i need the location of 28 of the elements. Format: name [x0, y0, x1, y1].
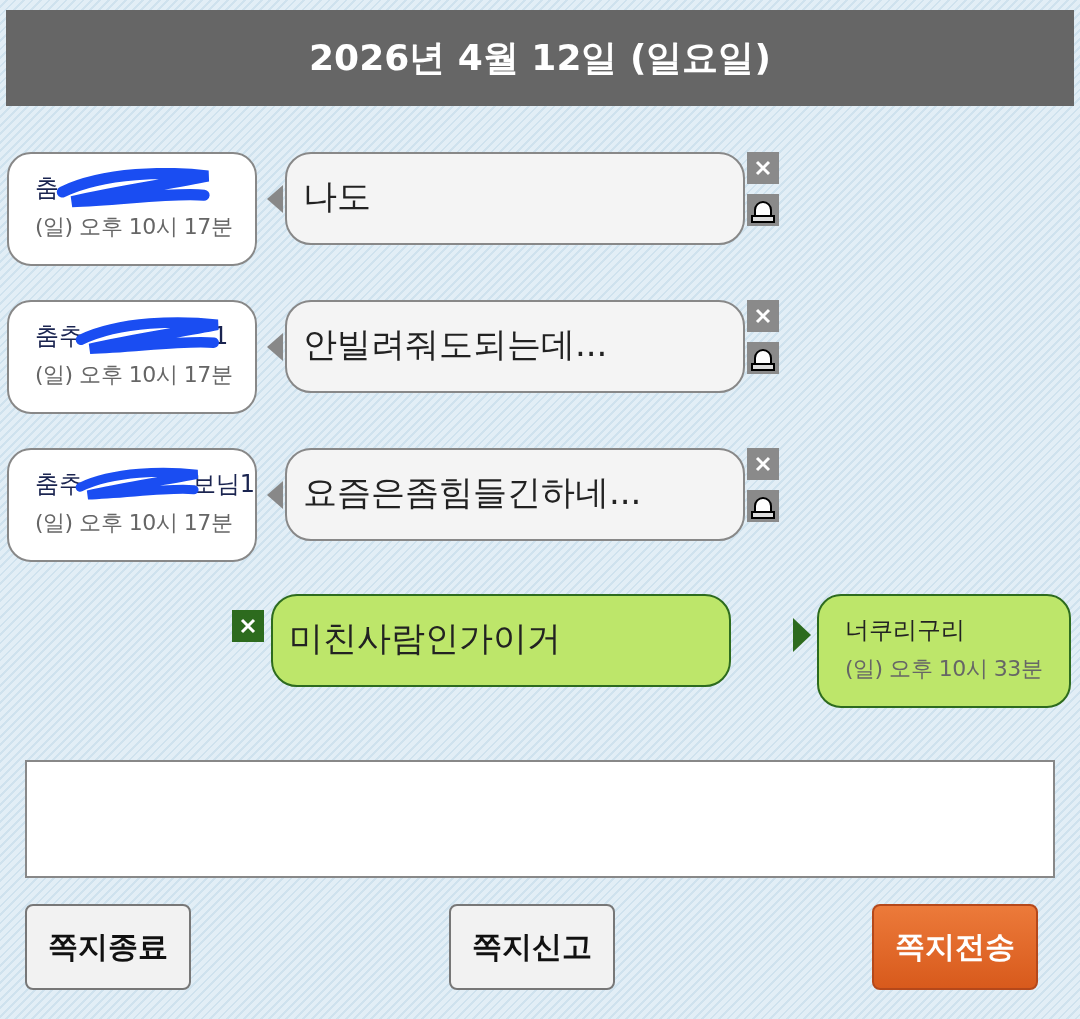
close-icon[interactable] [747, 152, 779, 184]
action-button[interactable]: 쪽지신고 [448, 904, 615, 990]
bell-icon[interactable] [747, 342, 779, 374]
sender-name: 춤추 [35, 469, 83, 500]
pointer-icon [793, 618, 811, 652]
message-time: (일) 오후 10시 17분 [35, 213, 234, 241]
message-bubble: 요즘은좀힘들긴하네... [285, 448, 745, 541]
message-bubble: 미친사람인가이거 [271, 594, 731, 687]
message-bubble: 나도 [285, 152, 745, 245]
action-button[interactable]: 쪽지종료 [25, 904, 191, 990]
message-time: (일) 오후 10시 17분 [35, 361, 234, 389]
close-icon[interactable] [747, 448, 779, 480]
pointer-icon [267, 481, 283, 509]
message-time: (일) 오후 10시 17분 [35, 509, 234, 537]
pointer-icon [267, 333, 283, 361]
message-time: (일) 오후 10시 33분 [845, 655, 1044, 683]
sender-name: 보님1 [191, 469, 255, 500]
message-input[interactable] [25, 760, 1055, 878]
sender-name: 춤 [35, 173, 59, 204]
bell-icon[interactable] [747, 194, 779, 226]
sender-name: 너쿠리구리 [845, 615, 965, 646]
bell-icon[interactable] [747, 490, 779, 522]
close-icon[interactable] [232, 610, 264, 642]
close-icon[interactable] [747, 300, 779, 332]
date-header: 2026년 4월 12일 (일요일) [6, 10, 1074, 106]
sender-name: 춤추 [35, 321, 83, 352]
message-bubble: 안빌려줘도되는데... [285, 300, 745, 393]
pointer-icon [267, 185, 283, 213]
